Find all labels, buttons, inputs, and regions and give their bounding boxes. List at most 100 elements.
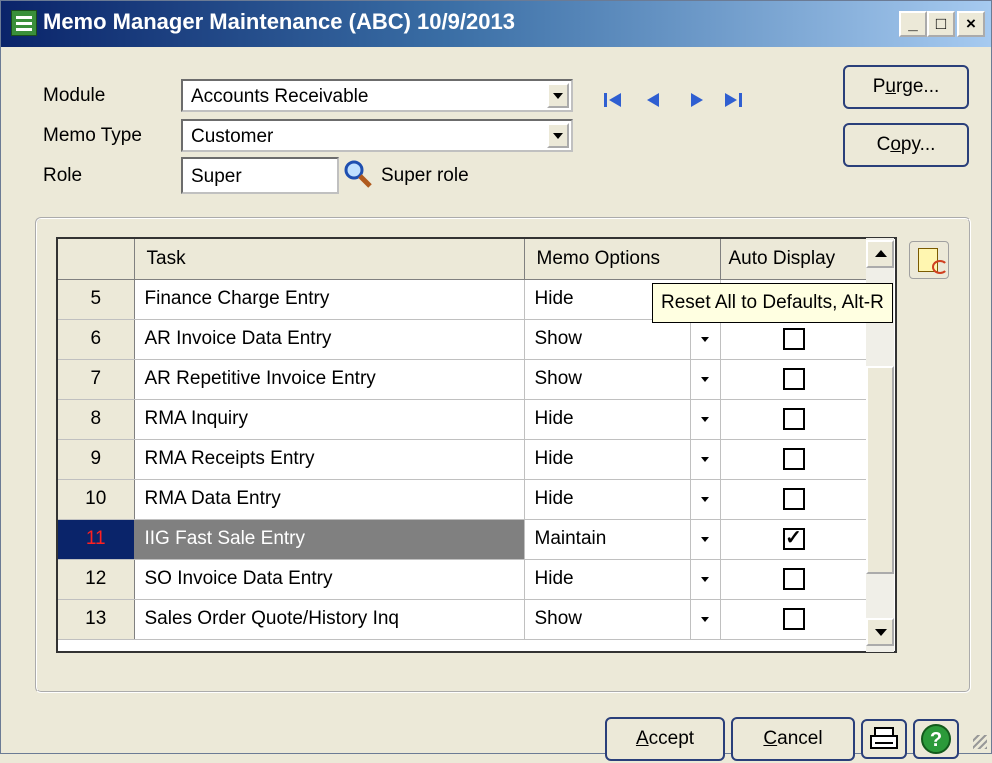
memo-option-cell[interactable]: Hide [524, 439, 721, 480]
cancel-hotkey: C [763, 728, 778, 749]
role-value: Super [191, 166, 242, 187]
row-number[interactable]: 9 [58, 439, 135, 480]
task-cell[interactable]: RMA Inquiry [134, 399, 525, 440]
scroll-thumb[interactable] [866, 366, 894, 574]
scroll-down-icon[interactable] [866, 618, 894, 646]
memo-option-cell[interactable]: Hide [524, 399, 721, 440]
memo-type-combo[interactable]: Customer [181, 119, 573, 152]
previous-record-icon[interactable] [641, 89, 665, 111]
minimize-button[interactable]: _ [899, 11, 927, 37]
task-cell[interactable]: Sales Order Quote/History Inq [134, 599, 525, 640]
search-icon[interactable] [343, 159, 373, 189]
task-cell[interactable]: Finance Charge Entry [134, 279, 525, 320]
chevron-down-icon[interactable] [689, 519, 720, 558]
chevron-down-icon[interactable] [547, 123, 569, 148]
resize-grip-icon[interactable] [973, 735, 987, 749]
cancel-label: ancel [777, 728, 823, 749]
auto-display-cell [720, 559, 868, 600]
task-cell[interactable]: RMA Data Entry [134, 479, 525, 520]
table-row[interactable]: 13 Sales Order Quote/History Inq Show [58, 599, 868, 640]
table-row[interactable]: 12 SO Invoice Data Entry Hide [58, 559, 868, 600]
task-cell[interactable]: AR Repetitive Invoice Entry [134, 359, 525, 400]
auto-display-checkbox[interactable] [782, 487, 805, 510]
auto-display-cell [720, 479, 868, 520]
auto-display-header[interactable]: Auto Display [720, 239, 868, 280]
chevron-down-icon[interactable] [547, 83, 569, 108]
memo-manager-window: Memo Manager Maintenance (ABC) 10/9/2013… [0, 0, 992, 761]
table-row[interactable]: 9 RMA Receipts Entry Hide [58, 439, 868, 480]
memo-option-value: Hide [534, 568, 574, 589]
row-number[interactable]: 11 [58, 519, 135, 560]
chevron-down-icon[interactable] [689, 439, 720, 478]
memo-option-cell[interactable]: Show [524, 319, 721, 360]
row-number[interactable]: 10 [58, 479, 135, 520]
table-row[interactable]: 10 RMA Data Entry Hide [58, 479, 868, 520]
task-cell[interactable]: SO Invoice Data Entry [134, 559, 525, 600]
purge-label-start: P [872, 76, 886, 97]
row-number[interactable]: 6 [58, 319, 135, 360]
copy-label-end: py... [900, 134, 936, 155]
row-number[interactable]: 12 [58, 559, 135, 600]
auto-display-checkbox[interactable] [782, 407, 805, 430]
memo-option-cell[interactable]: Maintain [524, 519, 721, 560]
copy-button[interactable]: Copy... [843, 123, 969, 167]
table-row[interactable]: 11 IIG Fast Sale Entry Maintain ✓ [58, 519, 868, 560]
row-number[interactable]: 5 [58, 279, 135, 320]
title-bar[interactable]: Memo Manager Maintenance (ABC) 10/9/2013… [1, 1, 991, 47]
auto-display-cell [720, 439, 868, 480]
task-cell[interactable]: IIG Fast Sale Entry [134, 519, 525, 560]
scroll-up-icon[interactable] [866, 240, 894, 268]
memo-option-cell[interactable]: Show [524, 359, 721, 400]
auto-display-checkbox[interactable] [782, 327, 805, 350]
memo-options-header[interactable]: Memo Options [524, 239, 721, 280]
chevron-down-icon[interactable] [689, 559, 720, 598]
memo-option-cell[interactable]: Hide [524, 559, 721, 600]
close-button[interactable]: × [957, 11, 985, 37]
row-number[interactable]: 7 [58, 359, 135, 400]
auto-display-checkbox[interactable] [782, 367, 805, 390]
table-row[interactable]: 6 AR Invoice Data Entry Show [58, 319, 868, 360]
chevron-down-icon[interactable] [689, 399, 720, 438]
auto-display-checkbox[interactable] [782, 447, 805, 470]
task-cell[interactable]: AR Invoice Data Entry [134, 319, 525, 360]
table-row[interactable]: 7 AR Repetitive Invoice Entry Show [58, 359, 868, 400]
auto-display-checkbox[interactable]: ✓ [782, 527, 805, 550]
accept-button[interactable]: Accept [605, 717, 725, 761]
memo-option-value: Hide [534, 488, 574, 509]
memo-option-value: Maintain [534, 528, 607, 549]
chevron-down-icon[interactable] [689, 479, 720, 518]
module-combo[interactable]: Accounts Receivable [181, 79, 573, 112]
purge-button[interactable]: Purge... [843, 65, 969, 109]
task-cell[interactable]: RMA Receipts Entry [134, 439, 525, 480]
help-icon[interactable]: ? [913, 719, 959, 759]
auto-display-checkbox[interactable] [782, 567, 805, 590]
memo-option-cell[interactable]: Hide [524, 479, 721, 520]
next-record-icon[interactable] [685, 89, 709, 111]
reset-defaults-icon[interactable] [909, 241, 949, 279]
table-row[interactable]: 8 RMA Inquiry Hide [58, 399, 868, 440]
row-number-header [58, 239, 135, 280]
auto-display-checkbox[interactable] [782, 607, 805, 630]
maximize-button[interactable]: □ [927, 11, 955, 37]
grid-body: 5 Finance Charge Entry Hide 6 AR Invoice Dat… [58, 279, 868, 640]
cancel-button[interactable]: Cancel [731, 717, 855, 761]
first-record-icon[interactable] [601, 89, 625, 111]
role-input[interactable]: Super [181, 157, 339, 194]
task-header[interactable]: Task [134, 239, 525, 280]
chevron-down-icon[interactable] [689, 319, 720, 358]
row-number[interactable]: 8 [58, 399, 135, 440]
auto-display-cell [720, 399, 868, 440]
purge-hotkey: u [885, 76, 896, 97]
chevron-down-icon[interactable] [689, 359, 720, 398]
memo-option-value: Hide [534, 288, 574, 309]
last-record-icon[interactable] [721, 89, 745, 111]
window-title: Memo Manager Maintenance (ABC) 10/9/2013 [43, 9, 515, 34]
grid-header-row: Task Memo Options Auto Display [58, 239, 868, 280]
row-number[interactable]: 13 [58, 599, 135, 640]
module-label: Module [43, 85, 106, 106]
memo-option-value: Hide [534, 448, 574, 469]
memo-option-cell[interactable]: Show [524, 599, 721, 640]
memo-option-value: Show [534, 368, 583, 389]
print-icon[interactable] [861, 719, 907, 759]
chevron-down-icon[interactable] [689, 599, 720, 638]
